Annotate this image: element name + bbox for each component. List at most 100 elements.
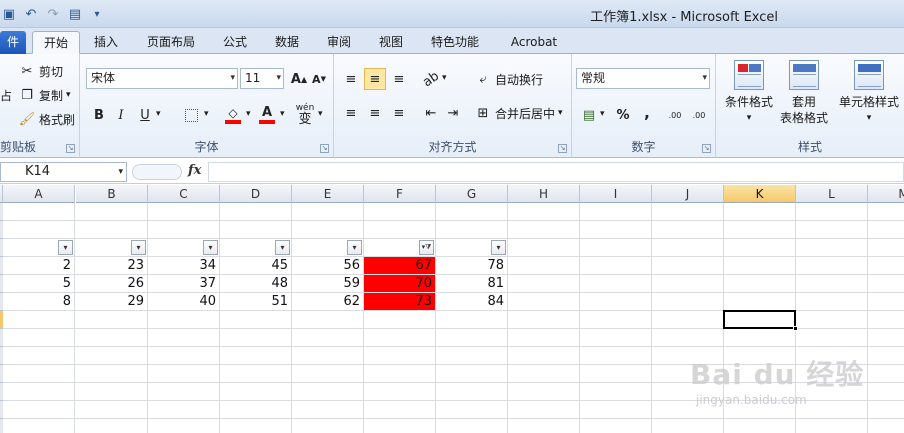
italic-button[interactable]: I — [110, 104, 132, 126]
increase-indent-button[interactable]: ⇥ — [442, 102, 464, 124]
customize-icon[interactable]: ▾ — [88, 5, 106, 23]
wrap-text-button[interactable]: ⤶ 自动换行 — [474, 68, 543, 90]
column-header-c[interactable]: C — [148, 185, 220, 203]
font-color-button[interactable]: A — [256, 104, 278, 126]
orientation-button[interactable]: ab — [420, 68, 442, 90]
number-launcher-icon[interactable]: ↘ — [702, 144, 711, 153]
decrease-decimal-button[interactable]: .00 — [688, 104, 710, 126]
filter-dropdown-icon[interactable]: ▾ — [275, 240, 290, 255]
filter-dropdown-icon[interactable]: ▾ — [491, 240, 506, 255]
tab-data[interactable]: 数据 — [266, 31, 308, 54]
number-format-combo[interactable]: 常规 ▾ — [576, 68, 710, 89]
align-bottom-button[interactable]: ≡ — [388, 68, 410, 90]
border-button[interactable] — [180, 104, 202, 126]
filter-dropdown-icon[interactable]: ▾ — [131, 240, 146, 255]
cell-e3[interactable]: 62 — [292, 293, 363, 310]
format-painter-button[interactable]: 🖌 格式刷 — [18, 108, 75, 130]
chevron-down-icon[interactable]: ▾ — [156, 109, 161, 119]
column-header-f[interactable]: F — [364, 185, 436, 203]
font-name-combo[interactable]: 宋体 ▾ — [86, 68, 238, 89]
insert-function-button[interactable]: fx — [188, 163, 201, 178]
cell-c2[interactable]: 37 — [148, 275, 219, 292]
align-middle-button[interactable]: ≡ — [364, 68, 386, 90]
row-header[interactable] — [0, 383, 3, 401]
cell-c1[interactable]: 34 — [148, 257, 219, 274]
column-header-g[interactable]: G — [436, 185, 508, 203]
cell-d1[interactable]: 45 — [220, 257, 291, 274]
chevron-down-icon[interactable]: ▾ — [318, 109, 323, 119]
align-top-button[interactable]: ≡ — [340, 68, 362, 90]
cell-a2[interactable]: 5 — [3, 275, 74, 292]
row-header[interactable] — [0, 311, 3, 329]
column-header-j[interactable]: J — [652, 185, 724, 203]
row-header[interactable] — [0, 329, 3, 347]
row-header[interactable] — [0, 419, 3, 433]
column-header-a[interactable]: A — [3, 185, 75, 203]
tab-acrobat[interactable]: Acrobat — [502, 31, 566, 54]
cell-d2[interactable]: 48 — [220, 275, 291, 292]
cell-a1[interactable]: 2 — [3, 257, 74, 274]
column-header-e[interactable]: E — [292, 185, 364, 203]
chevron-down-icon[interactable]: ▾ — [600, 109, 605, 119]
tab-file[interactable]: 件 — [0, 31, 26, 54]
increase-decimal-button[interactable]: .00 — [664, 104, 686, 126]
tab-insert[interactable]: 插入 — [84, 31, 128, 54]
formula-input[interactable] — [208, 162, 904, 182]
format-as-table-button[interactable]: 套用 表格格式 — [774, 60, 834, 126]
cell-d3[interactable]: 51 — [220, 293, 291, 310]
cell-f2[interactable]: 70 — [364, 275, 435, 292]
cell-e1[interactable]: 56 — [292, 257, 363, 274]
phonetic-button[interactable]: wén 变 — [294, 104, 316, 127]
save-icon[interactable]: ▣ — [0, 5, 18, 23]
row-header[interactable] — [0, 401, 3, 419]
active-cell-outline[interactable] — [723, 310, 796, 329]
formula-resize-handle[interactable] — [132, 164, 182, 180]
row-header[interactable] — [0, 365, 3, 383]
cell-b3[interactable]: 29 — [76, 293, 147, 310]
tab-page-layout[interactable]: 页面布局 — [140, 31, 202, 54]
filter-dropdown-icon[interactable]: ▾ — [203, 240, 218, 255]
chevron-down-icon[interactable]: ▾ — [246, 109, 251, 119]
tab-home[interactable]: 开始 — [32, 31, 80, 54]
row-header[interactable] — [0, 203, 3, 221]
tab-view[interactable]: 视图 — [370, 31, 412, 54]
row-header[interactable] — [0, 347, 3, 365]
percent-button[interactable]: % — [612, 104, 634, 126]
clipboard-launcher-icon[interactable]: ↘ — [66, 144, 75, 153]
filter-dropdown-icon[interactable]: ▾ — [347, 240, 362, 255]
column-header-b[interactable]: B — [76, 185, 148, 203]
underline-button[interactable]: U — [134, 104, 156, 126]
paste-button[interactable]: 占 — [0, 84, 12, 106]
tab-features[interactable]: 特色功能 — [422, 31, 488, 54]
column-header-h[interactable]: H — [508, 185, 580, 203]
undo-icon[interactable]: ↶ — [22, 5, 40, 23]
align-center-button[interactable]: ≡ — [364, 102, 386, 124]
copy-button[interactable]: ❐ 复制 ▾ — [18, 84, 70, 106]
tab-review[interactable]: 审阅 — [318, 31, 360, 54]
font-launcher-icon[interactable]: ↘ — [320, 144, 329, 153]
tab-formulas[interactable]: 公式 — [214, 31, 256, 54]
align-right-button[interactable]: ≡ — [388, 102, 410, 124]
chevron-down-icon[interactable]: ▾ — [204, 109, 209, 119]
cell-g2[interactable]: 81 — [436, 275, 507, 292]
cut-button[interactable]: ✂ 剪切 — [18, 60, 63, 82]
filter-dropdown-icon[interactable]: ▾ — [58, 240, 73, 255]
column-header-m[interactable]: M — [868, 185, 904, 203]
chevron-down-icon[interactable]: ▾ — [280, 109, 285, 119]
column-header-d[interactable]: D — [220, 185, 292, 203]
cell-b2[interactable]: 26 — [76, 275, 147, 292]
cell-g1[interactable]: 78 — [436, 257, 507, 274]
row-header[interactable] — [0, 239, 3, 257]
form-icon[interactable]: ▤ — [66, 5, 84, 23]
cell-f3[interactable]: 73 — [364, 293, 435, 310]
cell-e2[interactable]: 59 — [292, 275, 363, 292]
column-header-k[interactable]: K — [724, 185, 796, 203]
chevron-down-icon[interactable]: ▾ — [442, 73, 447, 83]
conditional-format-button[interactable]: 条件格式 ▾ — [720, 60, 778, 126]
bold-button[interactable]: B — [88, 104, 110, 126]
decrease-indent-button[interactable]: ⇤ — [420, 102, 442, 124]
column-header-l[interactable]: L — [796, 185, 868, 203]
cell-f1[interactable]: 67 — [364, 257, 435, 274]
align-left-button[interactable]: ≡ — [340, 102, 362, 124]
shrink-font-button[interactable]: A ▼ — [308, 68, 330, 90]
